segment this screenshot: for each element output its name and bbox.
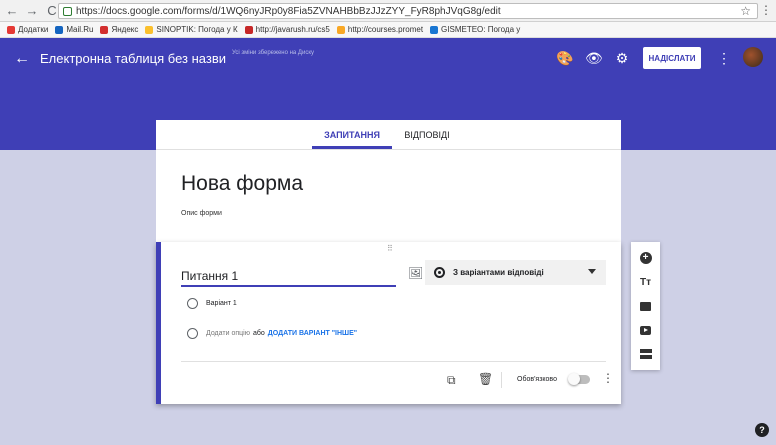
send-button[interactable]: НАДІСЛАТИ bbox=[643, 47, 701, 69]
title-text-icon: Tт bbox=[639, 276, 651, 288]
bookmark-icon bbox=[100, 25, 109, 34]
bookmark-item[interactable]: Mail.Ru bbox=[55, 25, 93, 34]
preview-eye-icon[interactable]: 👁 bbox=[585, 50, 603, 67]
question-title-text: Питання 1 bbox=[181, 269, 239, 283]
question-type-label: З варіантами відповіді bbox=[453, 268, 544, 277]
help-icon[interactable]: ? bbox=[755, 423, 769, 437]
question-card[interactable]: ⠿ Питання 1 🖼 З варіантами відповіді Вар… bbox=[156, 242, 621, 404]
form-description[interactable]: Опис форми bbox=[181, 210, 222, 217]
option-row: Варіант 1 bbox=[187, 298, 237, 309]
add-video-button[interactable] bbox=[631, 319, 660, 341]
required-toggle[interactable] bbox=[568, 373, 590, 385]
video-icon bbox=[640, 325, 651, 335]
bookmark-icon bbox=[7, 25, 15, 34]
bookmark-icon bbox=[145, 25, 154, 34]
bookmark-label: Яндекс bbox=[111, 25, 139, 34]
section-icon bbox=[639, 349, 652, 359]
add-other-link[interactable]: ДОДАТИ ВАРІАНТ "ІНШЕ" bbox=[268, 330, 357, 337]
bookmark-item[interactable]: http://courses.promet bbox=[336, 25, 424, 34]
bookmark-icon bbox=[336, 25, 345, 34]
back-arrow-icon[interactable]: ← bbox=[14, 50, 30, 68]
bookmark-item[interactable]: http://javarush.ru/cs5 bbox=[244, 25, 330, 34]
add-section-button[interactable] bbox=[631, 343, 660, 365]
option-label[interactable]: Варіант 1 bbox=[206, 300, 237, 307]
required-label: Обов'язково bbox=[517, 376, 557, 383]
bookmark-icon bbox=[430, 25, 439, 34]
duplicate-icon[interactable]: ⧉ bbox=[447, 373, 456, 388]
add-question-button[interactable]: + bbox=[631, 247, 660, 269]
bookmark-label: Mail.Ru bbox=[66, 25, 94, 34]
side-toolbar: + Tт bbox=[631, 242, 660, 370]
bookmarks-bar: Додатки Mail.Ru Яндекс SINOPTIK: Погода у К… bbox=[0, 22, 776, 38]
address-bar[interactable]: https://docs.google.com/forms/d/1WQ6nyJR… bbox=[58, 3, 758, 19]
radio-empty-icon bbox=[187, 298, 198, 309]
star-icon[interactable]: ☆ bbox=[740, 4, 751, 18]
bookmark-icon bbox=[244, 25, 253, 34]
radio-button-icon bbox=[434, 267, 445, 278]
form-title-card: Нова форма Опис форми bbox=[156, 150, 621, 242]
more-vert-icon[interactable]: ⋮ bbox=[716, 50, 732, 67]
settings-gear-icon[interactable]: ⚙ bbox=[614, 50, 630, 67]
divider bbox=[181, 361, 606, 362]
drag-handle-icon[interactable]: ⠿ bbox=[387, 244, 393, 253]
radio-empty-icon bbox=[187, 328, 198, 339]
bookmark-label: http://javarush.ru/cs5 bbox=[255, 25, 330, 34]
avatar[interactable] bbox=[743, 47, 763, 67]
browser-menu-icon[interactable]: ⋮ bbox=[760, 3, 772, 17]
divider bbox=[501, 372, 502, 388]
or-text: або bbox=[252, 330, 265, 337]
browser-toolbar: ← → C https://docs.google.com/forms/d/1W… bbox=[0, 0, 776, 22]
back-arrow-icon[interactable]: ← bbox=[4, 3, 20, 19]
bookmark-label: Додатки bbox=[18, 25, 49, 34]
forward-arrow-icon[interactable]: → bbox=[24, 3, 40, 19]
active-tab-indicator bbox=[312, 146, 392, 149]
question-title-field[interactable]: Питання 1 bbox=[181, 267, 396, 287]
image-icon bbox=[640, 301, 651, 311]
url-text[interactable]: https://docs.google.com/forms/d/1WQ6nyJR… bbox=[76, 6, 740, 17]
add-option-row: Додати опцію або ДОДАТИ ВАРІАНТ "ІНШЕ" bbox=[187, 328, 357, 339]
tab-responses[interactable]: ВІДПОВІДІ bbox=[392, 120, 462, 150]
lock-icon bbox=[63, 6, 72, 16]
toggle-knob bbox=[568, 373, 580, 385]
bookmark-item[interactable]: Додатки bbox=[7, 25, 48, 34]
palette-icon[interactable]: 🎨 bbox=[556, 50, 573, 67]
bookmark-item[interactable]: Яндекс bbox=[100, 25, 138, 34]
form-title[interactable]: Нова форма bbox=[181, 172, 303, 196]
bookmark-item[interactable]: SINOPTIK: Погода у К bbox=[145, 25, 238, 34]
document-title[interactable]: Електронна таблиця без назви bbox=[40, 51, 226, 66]
dropdown-arrow-icon bbox=[588, 269, 596, 274]
saved-status: Усі зміни збережено на Диску bbox=[232, 50, 315, 56]
add-circle-icon: + bbox=[639, 252, 652, 264]
bookmark-label: http://courses.promet bbox=[347, 25, 424, 34]
bookmark-label: GISMETEO: Погода у bbox=[441, 25, 521, 34]
add-option-field[interactable]: Додати опцію bbox=[206, 330, 250, 337]
trash-icon[interactable]: 🗑 bbox=[478, 372, 493, 386]
add-title-button[interactable]: Tт bbox=[631, 271, 660, 293]
bookmark-icon bbox=[55, 25, 64, 34]
question-type-select[interactable]: З варіантами відповіді bbox=[425, 260, 606, 285]
add-image-button[interactable] bbox=[631, 295, 660, 317]
more-vert-icon[interactable]: ⋮ bbox=[602, 371, 614, 385]
bookmark-item[interactable]: GISMETEO: Погода у bbox=[430, 25, 520, 34]
bookmark-label: SINOPTIK: Погода у К bbox=[156, 25, 238, 34]
add-image-icon[interactable]: 🖼 bbox=[408, 266, 423, 280]
